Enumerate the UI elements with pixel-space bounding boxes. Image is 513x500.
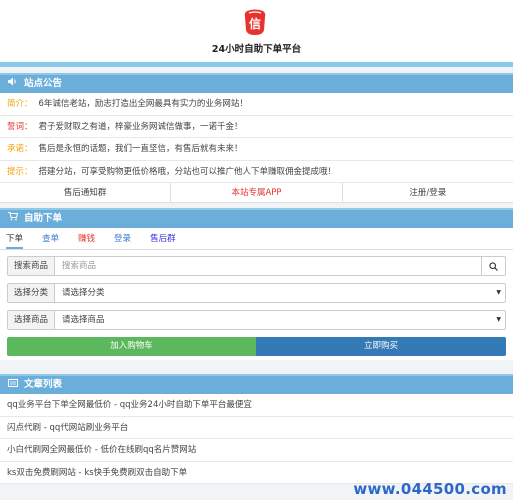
tab-after-sales[interactable]: 售后群 bbox=[150, 228, 176, 249]
notice-tag: 承诺： bbox=[7, 144, 33, 154]
notice-row: 简介： 6年诚信老站，励志打造出全网最具有实力的业务网站！ bbox=[0, 93, 513, 116]
tab-query[interactable]: 查单 bbox=[42, 228, 59, 249]
notice-panel: 站点公告 简介： 6年诚信老站，励志打造出全网最具有实力的业务网站！ 誓词： 君子爱… bbox=[0, 73, 513, 203]
search-input[interactable]: 搜索商品 bbox=[55, 257, 481, 275]
articles-panel: 文章列表 qq业务平台下单全网最低价 - qq业务24小时自助下单平台最便宜 闪… bbox=[0, 374, 513, 484]
search-icon bbox=[489, 261, 498, 271]
buy-now-button[interactable]: 立即购买 bbox=[256, 337, 506, 356]
tab-order[interactable]: 下单 bbox=[6, 228, 24, 249]
register-login-link[interactable]: 注册/登录 bbox=[343, 183, 513, 202]
list-icon bbox=[6, 375, 20, 395]
search-group: 搜索商品 搜索商品 bbox=[7, 256, 506, 276]
notice-row: 提示： 搭建分站，可享受购物更低价格哦，分站也可以推广他人下单赚取佣金提成哦！ bbox=[0, 161, 513, 183]
order-heading: 自助下单 bbox=[24, 213, 63, 224]
app-download-link[interactable]: 本站专属APP bbox=[171, 183, 343, 202]
search-button[interactable] bbox=[481, 257, 505, 275]
notice-links: 售后通知群 本站专属APP 注册/登录 bbox=[0, 183, 513, 203]
tab-earn[interactable]: 赚钱 bbox=[78, 228, 95, 249]
order-panel: 自助下单 下单 查单 赚钱 登录 售后群 搜索商品 搜索商品 选择分类 请选择分… bbox=[0, 208, 513, 360]
notice-heading: 站点公告 bbox=[24, 78, 63, 89]
article-link[interactable]: qq业务平台下单全网最低价 - qq业务24小时自助下单平台最便宜 bbox=[0, 394, 513, 417]
site-logo[interactable]: 信 bbox=[243, 8, 267, 36]
article-link[interactable]: 小白代刷网全网最低价 - 低价在线刷qq名片赞网站 bbox=[0, 439, 513, 462]
action-buttons: 加入购物车 立即购买 bbox=[7, 337, 506, 356]
product-value: 请选择商品 bbox=[62, 315, 105, 325]
site-title: 24小时自助下单平台 bbox=[211, 44, 302, 55]
category-value: 请选择分类 bbox=[62, 288, 105, 298]
articles-panel-header: 文章列表 bbox=[0, 374, 513, 394]
add-to-cart-button[interactable]: 加入购物车 bbox=[7, 337, 256, 356]
notice-tag: 简介： bbox=[7, 99, 33, 109]
product-group: 选择商品 请选择商品 ▼ bbox=[7, 310, 506, 330]
notice-tag: 提示： bbox=[7, 166, 33, 177]
category-select[interactable]: 请选择分类 ▼ bbox=[55, 284, 505, 302]
category-label: 选择分类 bbox=[8, 284, 55, 302]
watermark: www.044500.com bbox=[353, 480, 507, 498]
volume-icon bbox=[6, 74, 20, 94]
cart-icon bbox=[6, 209, 20, 229]
articles-heading: 文章列表 bbox=[24, 379, 63, 390]
article-link[interactable]: 闪点代刷 - qq代网站刷业务平台 bbox=[0, 417, 513, 439]
category-group: 选择分类 请选择分类 ▼ bbox=[7, 283, 506, 303]
product-select[interactable]: 请选择商品 ▼ bbox=[55, 311, 505, 329]
notice-row: 承诺： 售后是永恒的话题，我们一直坚信，有售后就有未来！ bbox=[0, 138, 513, 161]
search-label: 搜索商品 bbox=[8, 257, 55, 275]
product-label: 选择商品 bbox=[8, 311, 55, 329]
notice-tag: 誓词： bbox=[7, 121, 33, 132]
tab-login[interactable]: 登录 bbox=[114, 228, 131, 249]
chevron-down-icon: ▼ bbox=[496, 289, 501, 296]
notice-text: 6年诚信老站，励志打造出全网最具有实力的业务网站！ bbox=[38, 99, 248, 109]
logo-char: 信 bbox=[249, 16, 261, 31]
notice-text: 搭建分站，可享受购物更低价格哦，分站也可以推广他人下单赚取佣金提成哦！ bbox=[38, 166, 337, 177]
order-form: 搜索商品 搜索商品 选择分类 请选择分类 ▼ 选择商品 请选择商品 ▼ 加入购物… bbox=[0, 250, 513, 360]
notice-row: 誓词： 君子爱财取之有道，梓豪业务网诚信做事，一诺千金！ bbox=[0, 116, 513, 138]
chevron-down-icon: ▼ bbox=[496, 316, 501, 323]
site-header: 信 24小时自助下单平台 bbox=[0, 0, 513, 62]
notice-text: 售后是永恒的话题，我们一直坚信，有售后就有未来！ bbox=[38, 144, 243, 154]
after-sales-group-link[interactable]: 售后通知群 bbox=[0, 183, 172, 202]
order-tabs: 下单 查单 赚钱 登录 售后群 bbox=[0, 228, 513, 250]
order-panel-header: 自助下单 bbox=[0, 208, 513, 228]
notice-text: 君子爱财取之有道，梓豪业务网诚信做事，一诺千金！ bbox=[38, 121, 243, 132]
header-accent-bar bbox=[0, 62, 513, 67]
notice-panel-header: 站点公告 bbox=[0, 73, 513, 93]
